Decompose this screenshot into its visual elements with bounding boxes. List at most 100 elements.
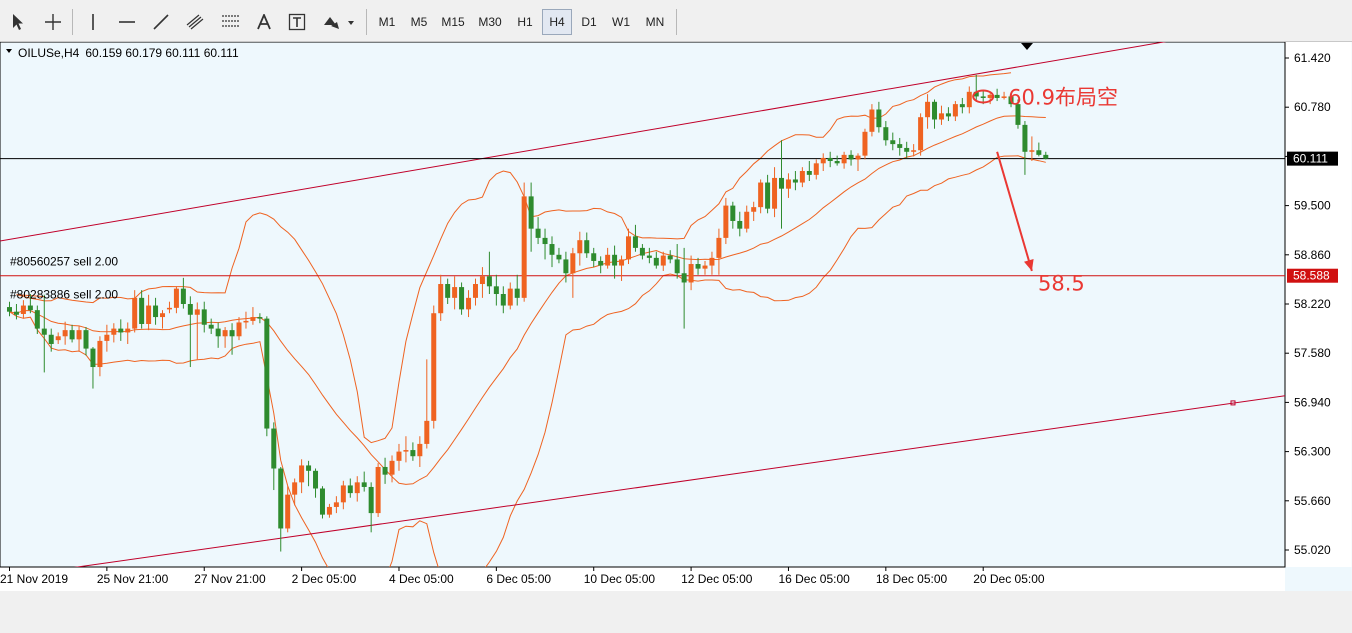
candle-body [215, 328, 221, 337]
timeframe-m15[interactable]: M15 [436, 9, 470, 35]
candle-body [306, 465, 312, 471]
candle-body [980, 96, 986, 98]
vertical-line-tool-button[interactable] [82, 9, 104, 35]
crosshair-tool-button[interactable] [40, 9, 66, 35]
candle-body [438, 284, 444, 314]
candle-body [389, 460, 395, 475]
text-label-tool-button[interactable] [284, 9, 310, 35]
candle-body [584, 240, 590, 254]
trendline-icon [153, 14, 169, 30]
candle-body [375, 466, 381, 514]
candle-body [173, 288, 179, 308]
candle-body [466, 297, 472, 310]
candle-body [431, 313, 437, 421]
candle-body [646, 255, 652, 258]
candle-body [792, 179, 798, 183]
chart-toolbar: M1 M5 M15 M30 H1 H4 D1 W1 MN [0, 0, 1352, 42]
timeframe-w1[interactable]: W1 [606, 9, 636, 35]
candle-body [667, 255, 673, 260]
candle-body [855, 155, 861, 160]
candle-body [424, 420, 430, 444]
candle-body [848, 154, 854, 160]
y-tick-label: 59.500 [1294, 199, 1331, 213]
candle-body [459, 287, 465, 310]
fibonacci-tool-button[interactable] [218, 9, 244, 35]
toolbar-separator [72, 9, 73, 35]
vertical-line-icon [92, 14, 94, 30]
candle-body [493, 286, 499, 295]
timeframe-m5[interactable]: M5 [404, 9, 434, 35]
x-tick-label: 4 Dec 05:00 [389, 572, 454, 586]
candle-body [7, 307, 12, 312]
arrows-tool-button[interactable] [318, 9, 358, 35]
x-tick-label: 10 Dec 05:00 [584, 572, 656, 586]
candle-body [535, 228, 541, 238]
cursor-tool-button[interactable] [6, 9, 30, 35]
equidistant-channel-icon [186, 14, 204, 30]
y-tick-label: 60.780 [1294, 100, 1331, 114]
chart-corner [1285, 609, 1352, 633]
chart-area[interactable]: 61.42060.78060.14059.50058.86058.22057.5… [0, 42, 1352, 633]
horizontal-line-tool-button[interactable] [114, 9, 140, 35]
candle-body [83, 330, 89, 349]
current-price-label: 60.111 [1293, 152, 1328, 166]
candle-body [132, 297, 138, 329]
y-tick-label: 56.940 [1294, 395, 1331, 409]
candle-body [146, 305, 152, 324]
ohlc-values: 60.159 60.179 60.111 60.111 [85, 46, 239, 60]
candle-body [229, 330, 235, 337]
candle-body [1029, 150, 1035, 152]
candle-body [118, 328, 124, 333]
candle-body [1022, 124, 1028, 152]
chart-header: OILUSe,H4 60.159 60.179 60.111 60.111 [18, 46, 239, 60]
candle-body [591, 253, 597, 261]
candle-body [605, 254, 611, 266]
annotation-target: 58.5 [1038, 271, 1085, 295]
trendline-tool-button[interactable] [148, 9, 174, 35]
candle-body [806, 171, 812, 175]
candle-body [994, 94, 1000, 98]
x-tick-label: 16 Dec 05:00 [778, 572, 850, 586]
y-tick-label: 55.660 [1294, 494, 1331, 508]
candle-body [966, 91, 972, 108]
candle-body [361, 482, 367, 487]
toolbar-separator [366, 9, 367, 35]
candle-body [243, 320, 249, 323]
timeframe-d1[interactable]: D1 [574, 9, 604, 35]
candle-body [688, 264, 694, 283]
candle-body [333, 502, 339, 507]
candle-body [827, 157, 833, 162]
candle-body [403, 450, 409, 452]
x-tick-label: 12 Dec 05:00 [681, 572, 753, 586]
candle-body [208, 324, 214, 329]
candle-body [883, 127, 889, 141]
candle-body [396, 451, 402, 461]
timeframe-m1[interactable]: M1 [372, 9, 402, 35]
candle-body [563, 259, 569, 274]
candle-body [48, 334, 54, 344]
timeframe-m30[interactable]: M30 [472, 9, 508, 35]
equidistant-channel-tool-button[interactable] [182, 9, 210, 35]
candle-body [737, 220, 743, 229]
x-tick-label: 2 Dec 05:00 [292, 572, 357, 586]
candle-body [55, 336, 61, 341]
timeframe-h1[interactable]: H1 [510, 9, 540, 35]
candle-body [959, 104, 965, 108]
horizontal-line-icon [119, 21, 135, 23]
candle-body [13, 311, 19, 315]
y-tick-label: 56.300 [1294, 445, 1331, 459]
price-chart[interactable]: 61.42060.78060.14059.50058.86058.22057.5… [0, 42, 1352, 591]
timeframe-h4[interactable]: H4 [542, 9, 572, 35]
candle-body [326, 506, 332, 515]
candle-body [653, 257, 659, 266]
candle-body [723, 205, 729, 238]
order-label: #80283886 sell 2.00 [10, 288, 118, 302]
candle-body [69, 330, 75, 340]
candle-body [556, 254, 562, 260]
symbol-label: OILUSe,H4 [18, 46, 80, 60]
candle-body [660, 255, 666, 266]
candle-body [319, 488, 325, 515]
candle-body [445, 284, 451, 298]
timeframe-mn[interactable]: MN [638, 9, 672, 35]
text-tool-button[interactable] [252, 9, 276, 35]
